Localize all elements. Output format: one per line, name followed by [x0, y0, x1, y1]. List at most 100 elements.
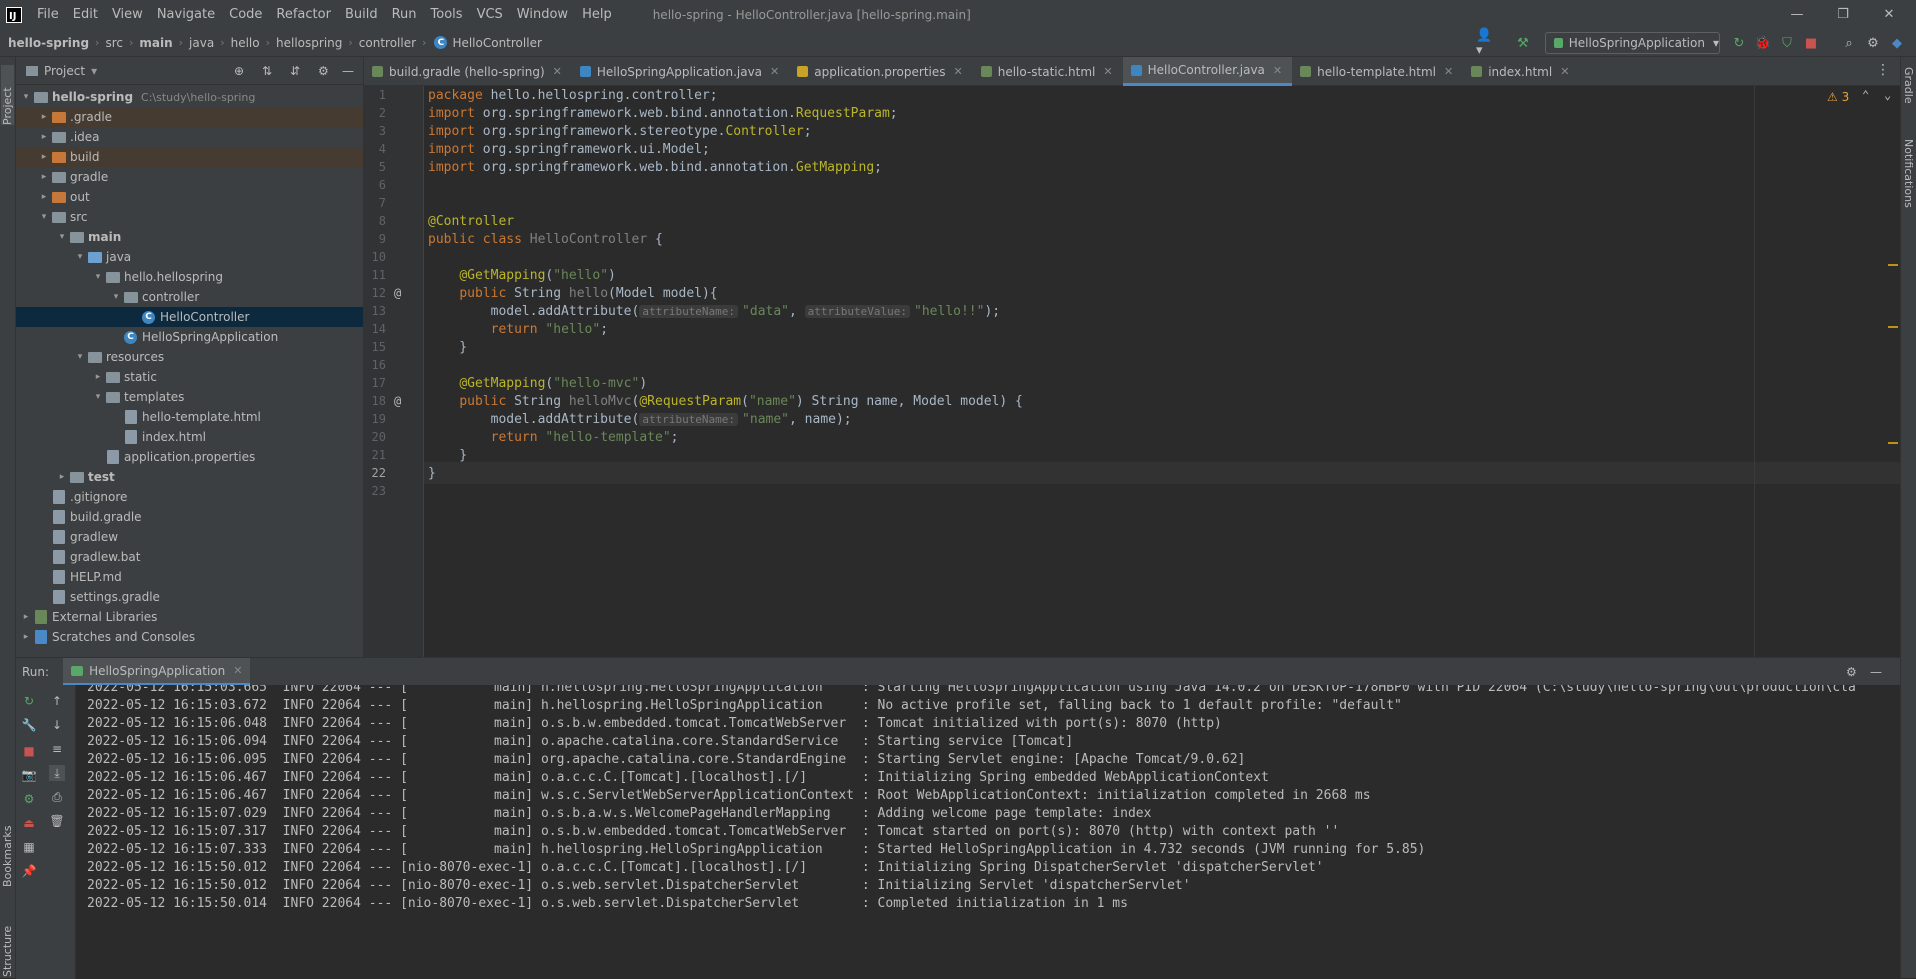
chevron-down-icon[interactable]: ▾: [74, 252, 86, 262]
tree-item[interactable]: ▾ resources: [16, 347, 363, 367]
chevron-up-icon[interactable]: ⌃: [1862, 88, 1869, 102]
chevron-right-icon[interactable]: ▸: [20, 632, 32, 642]
bookmarks-tool-button[interactable]: Bookmarks: [1, 819, 14, 887]
debug-icon[interactable]: 🐞: [1754, 34, 1772, 52]
close-icon[interactable]: ✕: [1444, 65, 1453, 78]
chevron-down-icon[interactable]: ▾: [110, 292, 122, 302]
exit-icon[interactable]: ⏏: [21, 815, 37, 831]
locate-icon[interactable]: ⊕: [234, 64, 244, 78]
debug-icon[interactable]: ⚙: [21, 791, 37, 807]
search-icon[interactable]: ⌕: [1840, 34, 1858, 52]
mapping-icon[interactable]: @: [394, 394, 401, 408]
close-icon[interactable]: ✕: [553, 65, 562, 78]
arrow-down-icon[interactable]: ↓: [49, 717, 65, 733]
tree-item[interactable]: C HelloController: [16, 307, 363, 327]
breadcrumb-item[interactable]: hellospring: [276, 36, 342, 50]
menu-edit[interactable]: Edit: [66, 7, 105, 22]
gradle-tool-button[interactable]: Gradle: [1902, 67, 1915, 117]
jetbrains-toolbox-icon[interactable]: ◆: [1888, 34, 1906, 52]
editor-tab[interactable]: HelloController.java ✕: [1122, 57, 1293, 86]
scroll-to-end-icon[interactable]: ⤓: [49, 765, 65, 781]
tree-item[interactable]: ▾ src: [16, 207, 363, 227]
chevron-down-icon[interactable]: ▾: [74, 352, 86, 362]
chevron-down-icon[interactable]: ▾: [91, 64, 97, 78]
rerun-icon[interactable]: ↻: [1730, 34, 1748, 52]
hide-panel-icon[interactable]: —: [342, 64, 354, 78]
editor-tab[interactable]: build.gradle (hello-spring) ✕: [364, 57, 572, 86]
chevron-down-icon[interactable]: ▾: [92, 272, 104, 282]
tree-item[interactable]: ▾ controller: [16, 287, 363, 307]
chevron-down-icon[interactable]: ⌄: [1884, 88, 1891, 102]
menu-build[interactable]: Build: [338, 7, 385, 22]
notifications-tool-button[interactable]: Notifications: [1902, 139, 1915, 229]
chevron-right-icon[interactable]: ▸: [38, 132, 50, 142]
trash-icon[interactable]: 🗑: [49, 813, 65, 829]
chevron-right-icon[interactable]: ▸: [56, 472, 68, 482]
tree-item[interactable]: gradlew.bat: [16, 547, 363, 567]
warning-count[interactable]: ⚠ 3: [1827, 90, 1849, 104]
tree-item[interactable]: hello-template.html: [16, 407, 363, 427]
tree-item[interactable]: C HelloSpringApplication: [16, 327, 363, 347]
collapse-all-icon[interactable]: ⇵: [290, 64, 300, 78]
tree-item[interactable]: index.html: [16, 427, 363, 447]
breadcrumb-item[interactable]: java: [189, 36, 214, 50]
close-icon[interactable]: ✕: [1103, 65, 1112, 78]
pin-icon[interactable]: 📌: [21, 863, 37, 879]
wrench-icon[interactable]: 🔧: [21, 717, 37, 733]
chevron-right-icon[interactable]: ▸: [38, 112, 50, 122]
close-icon[interactable]: ✕: [770, 65, 779, 78]
tree-item[interactable]: ▸ External Libraries: [16, 607, 363, 627]
more-tabs-icon[interactable]: ⋮: [1876, 62, 1890, 78]
breadcrumb-item[interactable]: hello-spring: [8, 36, 89, 50]
mapping-icon[interactable]: @: [394, 286, 401, 300]
tree-item[interactable]: gradlew: [16, 527, 363, 547]
tree-item[interactable]: ▸ static: [16, 367, 363, 387]
tree-item[interactable]: ▾ main: [16, 227, 363, 247]
gear-icon[interactable]: ⚙: [1864, 34, 1882, 52]
tree-item[interactable]: ▸ build: [16, 147, 363, 167]
chevron-right-icon[interactable]: ▸: [38, 192, 50, 202]
chevron-down-icon[interactable]: ▾: [20, 92, 32, 102]
restore-icon[interactable]: ❐: [1820, 0, 1866, 29]
breadcrumb-item[interactable]: HelloController: [452, 36, 541, 50]
close-icon[interactable]: ✕: [954, 65, 963, 78]
project-tool-button[interactable]: Project: [1, 65, 14, 125]
close-icon[interactable]: ✕: [1866, 0, 1912, 29]
project-panel-title[interactable]: Project: [44, 64, 85, 78]
gear-icon[interactable]: ⚙: [318, 64, 329, 78]
tree-item[interactable]: ▾ java: [16, 247, 363, 267]
stop-icon[interactable]: ■: [1802, 34, 1820, 52]
soft-wrap-icon[interactable]: ≡: [49, 741, 65, 757]
editor-tab[interactable]: application.properties ✕: [789, 57, 972, 86]
close-icon[interactable]: ✕: [1560, 65, 1569, 78]
editor-tab[interactable]: hello-template.html ✕: [1292, 57, 1463, 86]
tree-item[interactable]: ▸ gradle: [16, 167, 363, 187]
chevron-down-icon[interactable]: ▾: [92, 392, 104, 402]
expand-all-icon[interactable]: ⇅: [262, 64, 272, 78]
print-icon[interactable]: ⎙: [49, 789, 65, 805]
run-tab[interactable]: HelloSpringApplication ✕: [63, 658, 251, 685]
tree-item[interactable]: .gitignore: [16, 487, 363, 507]
chevron-right-icon[interactable]: ▸: [38, 152, 50, 162]
coverage-icon[interactable]: ⛉: [1778, 34, 1796, 52]
build-hammer-icon[interactable]: ⚒: [1514, 34, 1532, 52]
chevron-right-icon[interactable]: ▸: [20, 612, 32, 622]
user-icon[interactable]: 👤▾: [1476, 28, 1494, 58]
chevron-down-icon[interactable]: ▾: [38, 212, 50, 222]
tree-item[interactable]: ▾ templates: [16, 387, 363, 407]
run-config-select[interactable]: HelloSpringApplication ▾: [1545, 32, 1720, 54]
menu-refactor[interactable]: Refactor: [269, 7, 338, 22]
structure-tool-button[interactable]: Structure: [1, 917, 14, 977]
minimize-icon[interactable]: —: [1774, 0, 1820, 29]
tree-item[interactable]: ▸ .gradle: [16, 107, 363, 127]
breadcrumb-item[interactable]: controller: [359, 36, 416, 50]
editor-tab[interactable]: hello-static.html ✕: [973, 57, 1123, 86]
code-editor[interactable]: 1 2 3 4 5 6 7 8 9 10 11 12 @13 14 15 16 17 18 @19 20 21 22 23 …: [364, 86, 1900, 657]
breadcrumb-item[interactable]: src: [105, 36, 123, 50]
menu-view[interactable]: View: [105, 7, 150, 22]
editor-tab[interactable]: index.html ✕: [1463, 57, 1579, 86]
chevron-right-icon[interactable]: ▸: [38, 172, 50, 182]
menu-window[interactable]: Window: [510, 7, 575, 22]
tree-item[interactable]: HELP.md: [16, 567, 363, 587]
tree-item[interactable]: ▾ hello-spring C:\study\hello-spring: [16, 87, 363, 107]
